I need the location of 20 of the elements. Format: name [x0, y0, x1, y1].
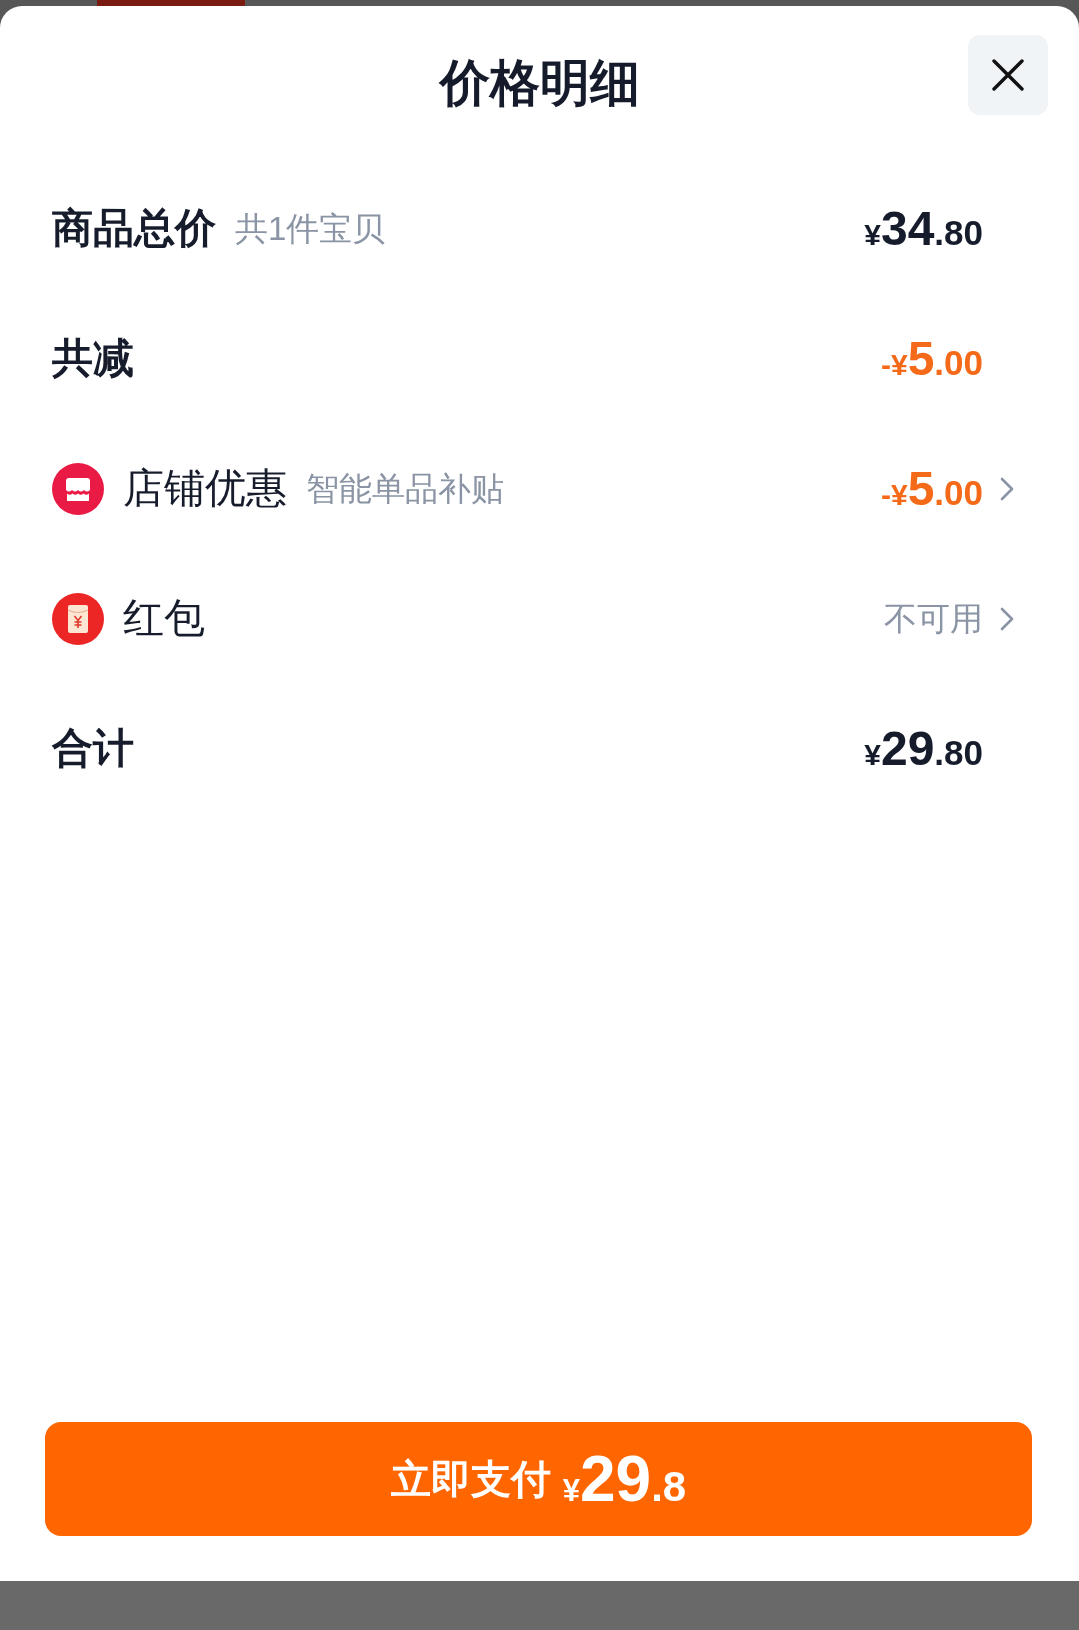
price-amount: ¥29.80 — [864, 722, 983, 776]
price-amount: -¥5.00 — [880, 332, 983, 386]
envelope-icon — [52, 593, 104, 645]
close-icon — [991, 58, 1025, 92]
row-note: 共1件宝贝 — [235, 209, 386, 249]
row-label: 合计 — [52, 724, 134, 774]
chevron-right-icon[interactable] — [1000, 477, 1014, 501]
status-text: 不可用 — [884, 599, 983, 639]
sheet-title: 价格明细 — [439, 55, 640, 113]
row-label: 共减 — [52, 334, 134, 384]
row-note: 智能单品补贴 — [306, 469, 504, 509]
chevron-right-icon[interactable] — [1000, 607, 1014, 631]
discount-label: 红包 — [123, 594, 205, 644]
row-label: 商品总价 — [52, 204, 216, 254]
pay-button[interactable]: 立即支付 ¥29.8 — [45, 1422, 1032, 1536]
discount-label: 店铺优惠 — [123, 464, 287, 514]
price-amount: -¥5.00 — [880, 462, 983, 516]
storefront-icon — [52, 463, 104, 515]
close-button[interactable] — [968, 35, 1048, 115]
price-amount: ¥34.80 — [864, 202, 983, 256]
